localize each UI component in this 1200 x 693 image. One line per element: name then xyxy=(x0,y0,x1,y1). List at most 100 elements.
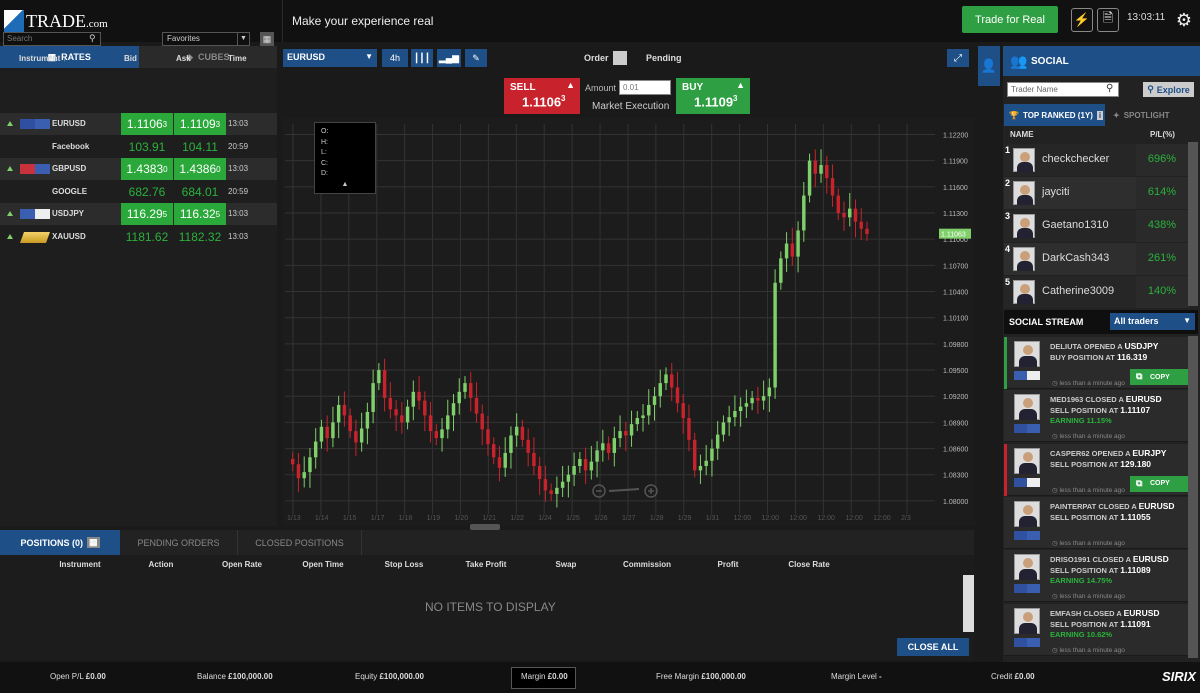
collapse-up-icon[interactable]: ▲ xyxy=(315,180,375,191)
close-all-button[interactable]: CLOSE ALL xyxy=(897,638,969,656)
copy-button[interactable]: COPY ⧉ xyxy=(1130,369,1188,385)
column-header[interactable]: Profit xyxy=(703,560,753,569)
search-icon[interactable]: ⚲ xyxy=(1106,83,1113,94)
stream-item[interactable]: EMFASH CLOSED A EURUSD SELL POSITION AT … xyxy=(1004,603,1188,656)
ask-price[interactable]: 1.1109 3 xyxy=(174,113,226,135)
trader-row[interactable]: 1 checkchecker 696% xyxy=(1004,144,1189,176)
y-tick-label: 1.10100 xyxy=(943,316,968,323)
stream-scrollbar[interactable] xyxy=(1188,336,1198,658)
candle-body xyxy=(647,404,651,416)
social-toggle-icon[interactable]: 👤 xyxy=(978,46,1000,86)
draw-pencil-icon[interactable]: ✎ xyxy=(465,49,487,67)
y-tick-label: 1.11900 xyxy=(943,159,968,166)
traders-scrollbar[interactable] xyxy=(1188,142,1198,306)
price-chart[interactable]: 1.12200 1.11900 1.11600 1.11300 1.11000 1.107… xyxy=(283,118,975,526)
bid-price[interactable]: 1.1106 3 xyxy=(121,113,173,135)
bid-price[interactable]: 1181.62 xyxy=(121,226,173,248)
candle-body xyxy=(388,397,393,410)
rate-row[interactable]: XAUUSD 1181.62 1182.32 13:03 xyxy=(0,226,277,248)
ask-price[interactable]: 104.11 xyxy=(174,136,226,158)
gear-icon[interactable]: ⚙ xyxy=(1172,8,1196,32)
stream-symbol: EURUSD xyxy=(1138,500,1175,511)
candle-type-icon[interactable]: ┃┃┃ xyxy=(411,49,433,67)
column-header[interactable]: Open Rate xyxy=(217,560,267,569)
document-settings-icon[interactable]: 🗎 xyxy=(1097,8,1119,32)
timeframe-button[interactable]: 4h xyxy=(382,49,408,67)
instrument-name: Facebook xyxy=(52,141,90,151)
ask-price[interactable]: 1182.32 xyxy=(174,226,226,248)
stream-item[interactable]: CASPER62 OPENED A EURJPY SELL POSITION A… xyxy=(1004,443,1188,496)
stream-item[interactable]: MED1963 CLOSED A EURUSD SELL POSITION AT… xyxy=(1004,390,1188,443)
trader-name-input[interactable]: Trader Name xyxy=(1007,82,1119,97)
layout-grid-button[interactable]: ▦ xyxy=(260,32,274,46)
ask-price[interactable]: 1.4386 0 xyxy=(174,158,226,181)
tab-spotlight-label: SPOTLIGHT xyxy=(1123,110,1170,120)
copy-button[interactable]: COPY ⧉ xyxy=(1130,475,1188,492)
column-header[interactable]: Take Profit xyxy=(461,560,511,569)
fullscreen-icon[interactable]: ⤢ xyxy=(947,49,969,67)
rate-row[interactable]: USDJPY 116.29 5 116.32 5 13:03 xyxy=(0,203,277,226)
trader-row[interactable]: 2 jayciti 614% xyxy=(1004,177,1189,209)
positions-scrollbar[interactable] xyxy=(963,575,974,632)
ask-price[interactable]: 684.01 xyxy=(174,181,226,203)
ask-price[interactable]: 116.32 5 xyxy=(174,203,226,226)
y-tick-label: 1.08600 xyxy=(943,447,968,454)
symbol-select[interactable]: EURUSD ▼ xyxy=(283,49,377,67)
trader-row[interactable]: 4 DarkCash343 261% xyxy=(1004,243,1189,275)
amount-input[interactable]: 0.01 xyxy=(619,80,671,95)
bid-price[interactable]: 1.4383 0 xyxy=(121,158,173,181)
tab-positions[interactable]: POSITIONS (0) ▦ xyxy=(0,530,120,555)
trader-row[interactable]: 5 Catherine3009 140% xyxy=(1004,276,1189,308)
col-time[interactable]: Time xyxy=(228,54,247,63)
trader-rank: 2 xyxy=(1005,178,1011,188)
stream-item[interactable]: DRISO1991 CLOSED A EURUSD SELL POSITION … xyxy=(1004,550,1188,603)
explore-button[interactable]: ⚲ Explore xyxy=(1143,82,1194,97)
avatar xyxy=(1014,394,1040,421)
tab-spotlight[interactable]: ✦ SPOTLIGHT xyxy=(1108,104,1198,126)
trade-logo[interactable]: TRADE .com xyxy=(4,8,108,34)
bid-price[interactable]: 116.29 5 xyxy=(121,203,173,226)
column-header[interactable]: Open Time xyxy=(298,560,348,569)
column-header[interactable]: Commission xyxy=(622,560,672,569)
stream-item[interactable]: DELIUTA OPENED A USDJPY BUY POSITION AT … xyxy=(1004,337,1188,389)
bid-price[interactable]: 682.76 xyxy=(121,181,173,203)
col-bid[interactable]: Bid xyxy=(124,54,137,63)
column-header[interactable]: Close Rate xyxy=(784,560,834,569)
list-select[interactable]: Favorites ▼ xyxy=(162,32,250,46)
rate-row[interactable]: GOOGLE 682.76 684.01 20:59 xyxy=(0,180,277,203)
bid-price[interactable]: 103.91 xyxy=(121,136,173,158)
order-pending-toggle[interactable] xyxy=(613,51,627,65)
col-instrument[interactable]: Instrument ↑ xyxy=(19,54,67,63)
candle-body xyxy=(652,396,657,405)
candle-body xyxy=(336,404,341,423)
rate-search-input[interactable]: Search xyxy=(3,32,101,46)
candle-body xyxy=(807,160,812,196)
indicators-icon[interactable]: ▂▄▆ xyxy=(437,49,461,67)
column-header[interactable]: Swap xyxy=(541,560,591,569)
info-icon[interactable]: i xyxy=(1096,110,1104,120)
current-price-label: 1.11063 xyxy=(941,232,966,239)
tab-pending-orders[interactable]: PENDING ORDERS xyxy=(120,530,238,555)
rate-row[interactable]: GBPUSD 1.4383 0 1.4386 0 13:03 xyxy=(0,158,277,181)
column-header[interactable]: Instrument xyxy=(55,560,105,569)
tab-top-ranked[interactable]: 🏆 TOP RANKED (1Y) i xyxy=(1004,104,1105,126)
trader-row[interactable]: 3 Gaetano1310 438% xyxy=(1004,210,1189,242)
y-tick-label: 1.08300 xyxy=(943,473,968,480)
buy-button[interactable]: BUY ▲ 1.11093 xyxy=(676,78,750,114)
sell-button[interactable]: SELL ▲ 1.11063 xyxy=(504,78,580,114)
stream-time: ◷ less than a minute ago xyxy=(1052,539,1125,547)
flag-icon xyxy=(1014,424,1027,434)
column-header[interactable]: Stop Loss xyxy=(379,560,429,569)
stream-filter-select[interactable]: All traders ▼ xyxy=(1110,313,1195,330)
search-icon[interactable]: ⚲ xyxy=(89,33,96,44)
rate-row[interactable]: EURUSD 1.1106 3 1.1109 3 13:03 xyxy=(0,113,277,135)
tab-closed-positions[interactable]: CLOSED POSITIONS xyxy=(238,530,362,555)
lightning-icon[interactable]: ⚡ xyxy=(1071,8,1093,32)
stream-item[interactable]: PAINTERPAT CLOSED A EURUSD SELL POSITION… xyxy=(1004,496,1188,549)
column-header[interactable]: Action xyxy=(136,560,186,569)
trade-for-real-button[interactable]: Trade for Real xyxy=(962,6,1058,33)
rate-row[interactable]: Facebook 103.91 104.11 20:59 xyxy=(0,135,277,158)
currency-flags xyxy=(1014,371,1040,380)
candle-body xyxy=(635,418,639,425)
col-ask[interactable]: Ask xyxy=(176,54,191,63)
